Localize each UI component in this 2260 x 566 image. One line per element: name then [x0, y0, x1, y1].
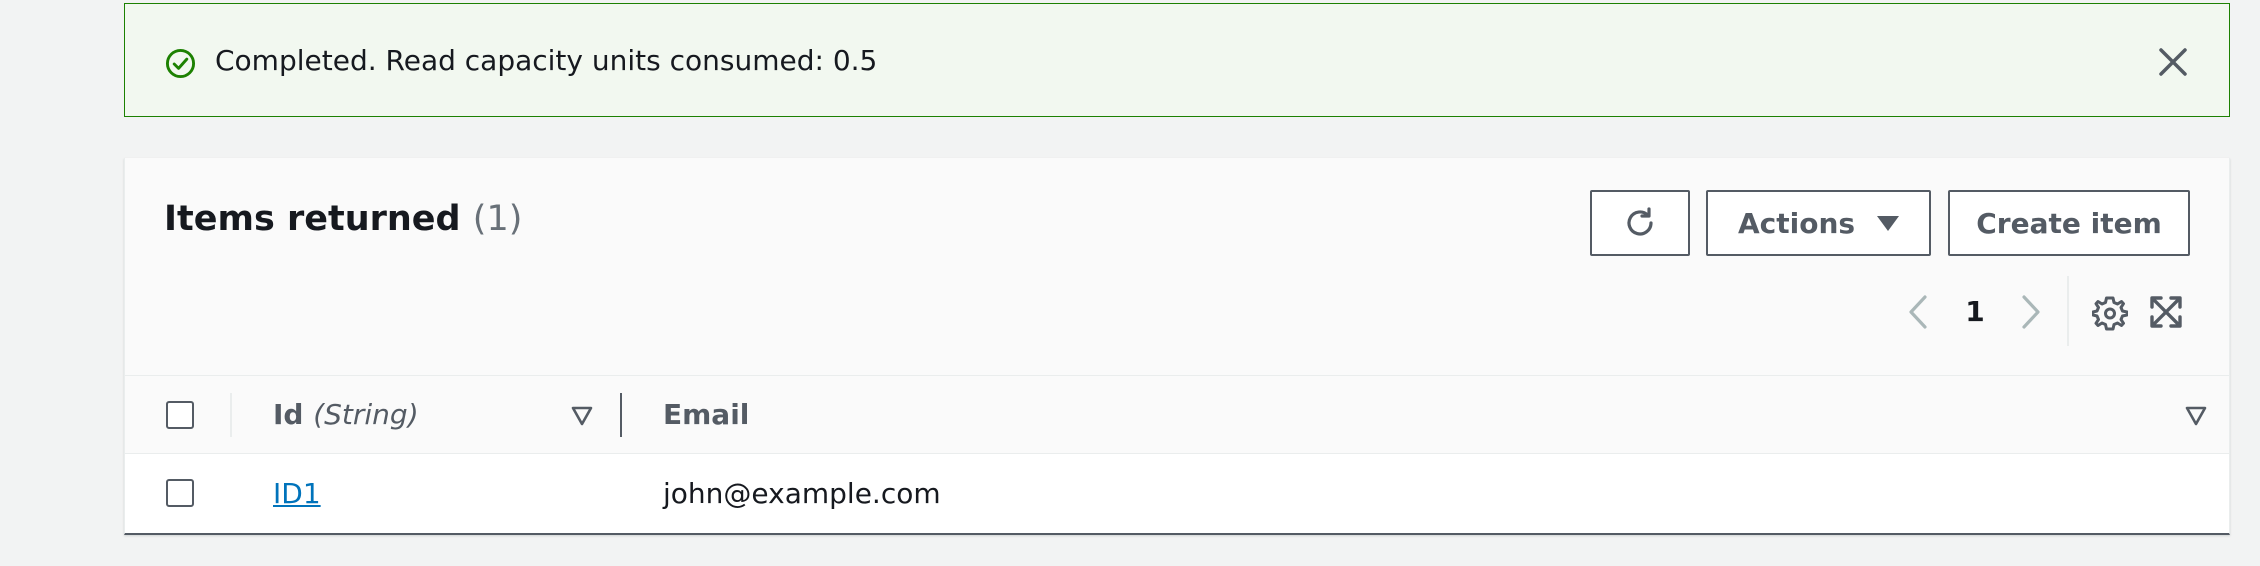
flash-message: Completed. Read capacity units consumed:…	[215, 44, 878, 77]
sort-descending-icon[interactable]	[571, 406, 593, 426]
title-label: Items returned	[164, 199, 461, 239]
items-count: (1)	[472, 199, 523, 239]
items-returned-title: Items returned (1)	[164, 194, 522, 244]
chevron-left-icon[interactable]	[1906, 292, 1930, 332]
table-header-row: Id (String) Email	[125, 376, 2229, 454]
item-email-cell: john@example.com	[663, 477, 941, 510]
items-returned-container: Items returned (1) Actions Create item 1	[124, 158, 2230, 535]
row-checkbox[interactable]	[166, 479, 194, 507]
pagination-page-1[interactable]: 1	[1953, 290, 1997, 334]
table-row: ID1 john@example.com	[125, 454, 2229, 533]
create-item-label: Create item	[1976, 206, 2162, 240]
success-flash-banner: Completed. Read capacity units consumed:…	[124, 3, 2230, 117]
caret-down-icon	[1877, 215, 1900, 231]
check-circle-icon	[165, 48, 196, 79]
sort-descending-icon[interactable]	[2185, 406, 2207, 426]
fullscreen-icon[interactable]	[2149, 295, 2183, 329]
actions-dropdown-button[interactable]: Actions	[1706, 190, 1931, 256]
item-id-link[interactable]: ID1	[273, 454, 321, 533]
create-item-button[interactable]: Create item	[1948, 190, 2190, 256]
select-all-checkbox[interactable]	[166, 401, 194, 429]
column-header-email[interactable]: Email	[663, 376, 749, 454]
column-resize-handle[interactable]	[620, 393, 622, 437]
close-icon[interactable]	[2157, 46, 2189, 78]
page: Completed. Read capacity units consumed:…	[0, 0, 2260, 566]
refresh-button[interactable]	[1590, 190, 1690, 256]
column-header-id[interactable]: Id (String)	[273, 376, 419, 454]
chevron-right-icon[interactable]	[2019, 292, 2043, 332]
container-header: Items returned (1) Actions Create item 1	[125, 158, 2229, 376]
column-header-id-type: (String)	[313, 398, 419, 431]
pagination-divider	[2067, 276, 2069, 346]
column-header-id-label: Id	[273, 398, 304, 431]
column-divider	[230, 393, 232, 437]
actions-label: Actions	[1737, 206, 1856, 240]
refresh-icon	[1627, 207, 1653, 236]
gear-icon[interactable]	[2092, 295, 2128, 331]
